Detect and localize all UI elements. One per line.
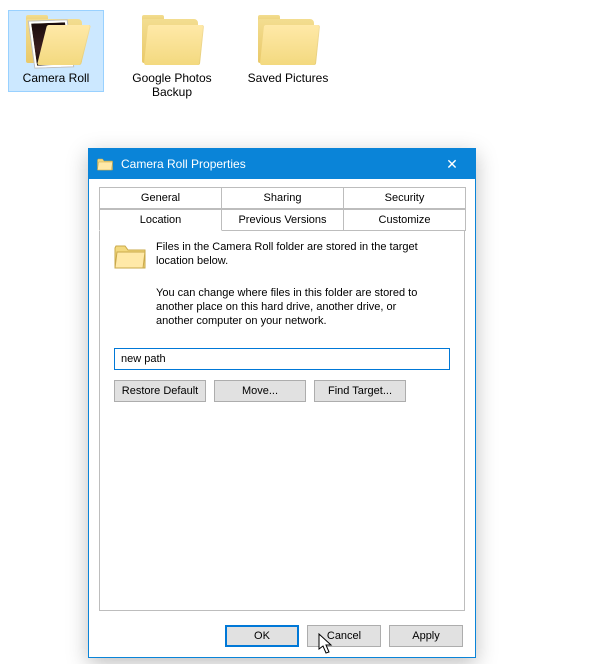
close-button[interactable]: ✕ xyxy=(429,149,475,179)
cancel-button[interactable]: Cancel xyxy=(307,625,381,647)
restore-default-button[interactable]: Restore Default xyxy=(114,380,206,402)
folder-icon xyxy=(114,242,146,270)
folder-icon xyxy=(24,15,88,67)
folder-icon xyxy=(97,156,113,172)
paragraph-text: You can change where files in this folde… xyxy=(156,286,426,328)
dialog-title: Camera Roll Properties xyxy=(121,157,246,171)
close-icon: ✕ xyxy=(446,156,458,173)
tab-customize[interactable]: Customize xyxy=(343,209,466,231)
tabpanel-location: Files in the Camera Roll folder are stor… xyxy=(99,226,465,611)
dialog-footer: OK Cancel Apply xyxy=(89,615,475,657)
tabstrip: General Sharing Security Location Previo… xyxy=(99,187,465,227)
ok-button[interactable]: OK xyxy=(225,625,299,647)
folder-item-google-photos-backup[interactable]: Google Photos Backup xyxy=(124,10,220,106)
tab-security[interactable]: Security xyxy=(343,187,466,209)
folder-icon xyxy=(140,15,204,67)
dialog-body: General Sharing Security Location Previo… xyxy=(89,179,475,615)
tab-sharing[interactable]: Sharing xyxy=(221,187,344,209)
move-button[interactable]: Move... xyxy=(214,380,306,402)
folder-item-saved-pictures[interactable]: Saved Pictures xyxy=(240,10,336,92)
location-path-input[interactable] xyxy=(114,348,450,370)
folder-label: Saved Pictures xyxy=(248,71,329,85)
tab-location[interactable]: Location xyxy=(99,209,222,231)
explorer-area: Camera Roll Google Photos Backup Saved P… xyxy=(0,0,600,140)
folder-label: Google Photos Backup xyxy=(127,71,217,99)
tab-previous-versions[interactable]: Previous Versions xyxy=(221,209,344,231)
find-target-button[interactable]: Find Target... xyxy=(314,380,406,402)
folder-label: Camera Roll xyxy=(23,71,90,85)
titlebar[interactable]: Camera Roll Properties ✕ xyxy=(89,149,475,179)
folder-icon xyxy=(256,15,320,67)
tab-general[interactable]: General xyxy=(99,187,222,209)
properties-dialog: Camera Roll Properties ✕ General Sharing… xyxy=(88,148,476,658)
intro-text: Files in the Camera Roll folder are stor… xyxy=(156,240,450,268)
apply-button[interactable]: Apply xyxy=(389,625,463,647)
folder-item-camera-roll[interactable]: Camera Roll xyxy=(8,10,104,92)
